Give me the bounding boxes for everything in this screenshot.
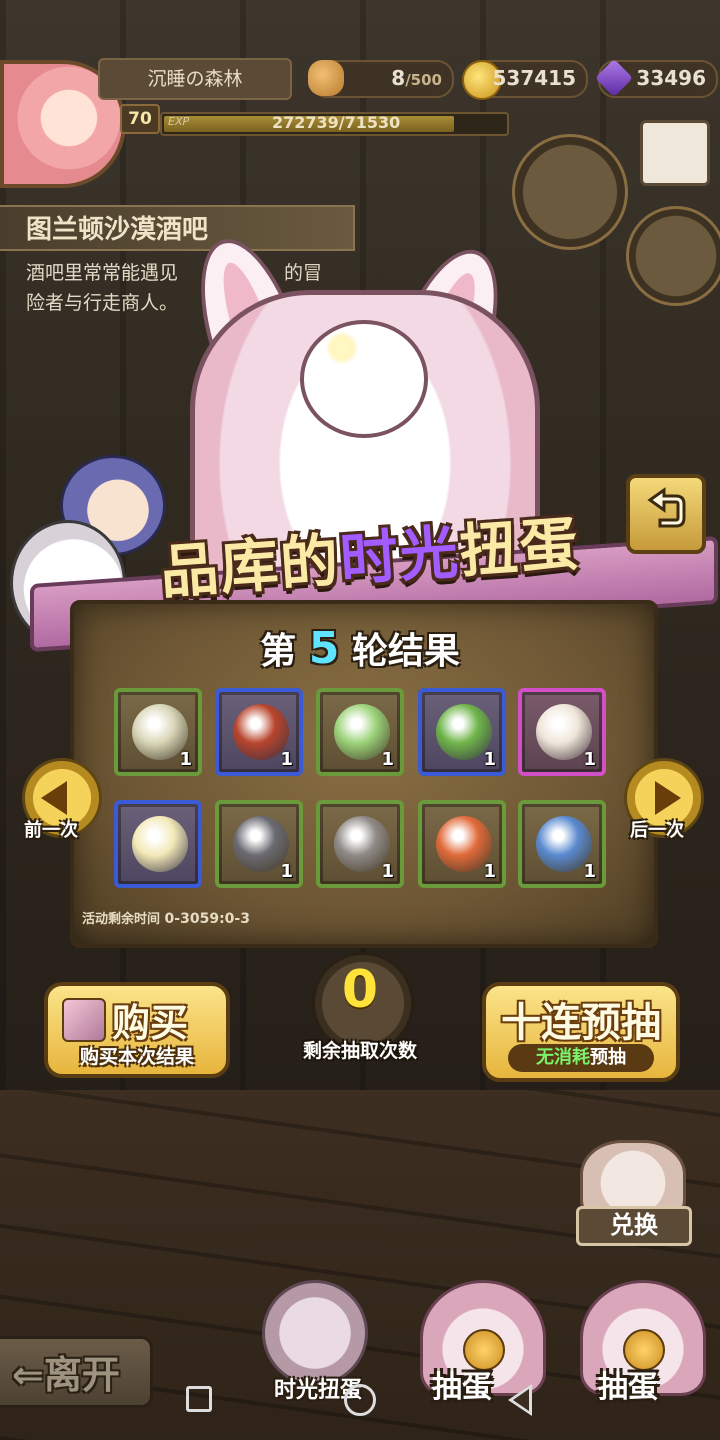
player-level: 70 (120, 104, 160, 134)
leave-label: ⇐离开 (12, 1344, 120, 1399)
item-count: 1 (280, 861, 293, 882)
remaining-draws-label: 剩余抽取次数 (302, 1040, 417, 1062)
exp-label: EXP (168, 115, 190, 128)
round-prefix: 第 (260, 631, 297, 672)
buy-button[interactable]: 购买 购买本次结果 (44, 982, 230, 1078)
prev-result-label: 前一次 (24, 820, 78, 841)
result-item-orange-crab[interactable]: 1 (418, 800, 506, 888)
location-desc-line1: 酒吧里常常能遇见 (26, 262, 179, 284)
sparkle-icon (322, 328, 362, 368)
gem-value: 33496 (636, 66, 706, 90)
round-title: 第 5 轮结果 (70, 622, 650, 674)
gold-value: 537415 (492, 66, 577, 90)
item-count: 1 (583, 749, 596, 770)
draw-egg-label-2[interactable]: 抽蛋 (598, 1362, 658, 1406)
item-count: 1 (483, 749, 496, 770)
banner-title-highlight: 时光 (337, 517, 463, 595)
exp-bar: EXP 272739/71530 (160, 112, 509, 136)
gacha-ticket-icon (62, 998, 106, 1042)
mail-icon[interactable] (640, 120, 710, 186)
pre-draw-label: 预抽 (590, 1047, 626, 1068)
ten-pre-draw-subtitle: 无消耗预抽 (508, 1044, 654, 1072)
left-arrow-icon (41, 781, 67, 815)
stamina-current: 8 (391, 66, 406, 90)
result-item-strawberry-hat[interactable]: 1 (215, 688, 303, 776)
stamina-counter[interactable]: 8/500 (308, 60, 454, 98)
round-suffix: 轮结果 (351, 631, 460, 672)
bunny-head (300, 320, 428, 438)
bread-icon (308, 60, 344, 96)
leave-text: 离开 (43, 1353, 120, 1397)
draw-egg-label-1[interactable]: 抽蛋 (432, 1362, 492, 1406)
result-item-white-wing[interactable]: 1 (518, 688, 606, 776)
item-count: 1 (179, 749, 192, 770)
area-name: 沉睡の森林 (98, 58, 292, 100)
result-item-lotus-crystal[interactable] (114, 800, 202, 888)
ten-pre-draw-title: 十连预抽 (501, 1000, 661, 1046)
return-arrow-icon (647, 487, 686, 528)
recent-apps-icon[interactable] (186, 1386, 212, 1412)
location-desc-line2: 险者与行走商人。 (26, 292, 179, 314)
right-arrow-icon (655, 781, 681, 815)
time-gacha-machine-icon[interactable] (262, 1280, 368, 1386)
timer-value: 0-3059:0-3 (164, 911, 250, 927)
stamina-max: /500 (405, 71, 442, 89)
leave-arrow-icon: ⇐ (12, 1353, 44, 1397)
event-timer: 活动剩余时间 0-3059:0-3 (82, 908, 250, 927)
item-count: 1 (381, 861, 394, 882)
exp-value: 272739/71530 (272, 113, 401, 132)
item-count: 1 (381, 749, 394, 770)
item-count: 1 (280, 749, 293, 770)
gem-counter[interactable]: 33496 (594, 58, 718, 98)
quest-scroll-icon[interactable] (512, 134, 628, 250)
result-item-blue-seed[interactable]: 1 (518, 800, 606, 888)
back-nav-icon-inner (513, 1389, 529, 1411)
buy-button-title: 购买 (112, 1001, 189, 1045)
round-number: 5 (308, 623, 340, 674)
backpack-icon[interactable] (626, 206, 720, 306)
buy-button-subtitle: 购买本次结果 (79, 1046, 194, 1068)
item-count: 1 (483, 861, 496, 882)
gold-counter[interactable]: 537415 (462, 60, 588, 100)
result-item-dark-egg[interactable]: 1 (215, 800, 303, 888)
next-result-label: 后一次 (630, 820, 684, 841)
banner-title-pre: 品库的 (158, 526, 343, 607)
result-item-egg-white[interactable]: 1 (114, 688, 202, 776)
location-desc-line1-end: 的冒 (284, 262, 323, 284)
result-item-egg-green[interactable]: 1 (316, 688, 404, 776)
return-button[interactable] (626, 474, 706, 554)
result-item-grey-hair[interactable]: 1 (316, 800, 404, 888)
home-icon[interactable] (344, 1384, 376, 1416)
ten-pre-draw-button[interactable]: 十连预抽 无消耗预抽 (482, 982, 680, 1082)
lotus-crystal-icon (132, 816, 188, 872)
timer-label: 活动剩余时间 (82, 912, 161, 927)
remaining-draws-count: 0 (341, 960, 379, 1020)
exchange-button[interactable]: 兑换 (576, 1206, 692, 1246)
no-cost-label: 无消耗 (536, 1047, 590, 1068)
location-title: 图兰顿沙漠酒吧 (0, 205, 355, 251)
result-item-cactus[interactable]: 1 (418, 688, 506, 776)
item-count: 1 (583, 861, 596, 882)
banner-title-post: 扭蛋 (457, 509, 582, 586)
